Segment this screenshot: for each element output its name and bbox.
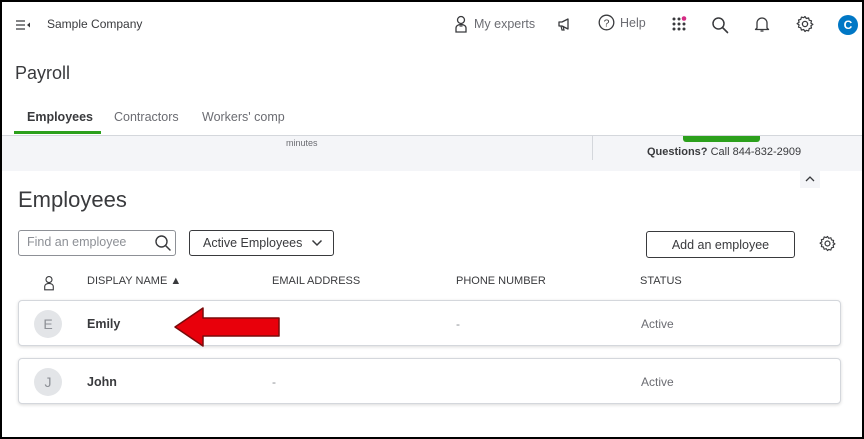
banner-minutes-text: minutes [286, 138, 318, 148]
help-icon: ? [598, 14, 615, 31]
menu-toggle-icon[interactable] [15, 18, 31, 32]
my-experts-label: My experts [474, 17, 536, 31]
questions-label: Questions? [647, 146, 708, 158]
filter-label: Active Employees [203, 236, 303, 250]
employee-name[interactable]: Emily [87, 317, 120, 331]
questions-phone: Call 844-832-2909 [710, 146, 802, 158]
apps-grid-icon[interactable] [671, 16, 687, 37]
page-title: Payroll [15, 63, 71, 83]
person-icon [455, 15, 467, 33]
red-arrow-annotation-icon [172, 306, 282, 353]
column-header-display-name[interactable]: DISPLAY NAME ▲ [87, 275, 181, 287]
add-employee-button[interactable]: Add an employee [646, 231, 795, 258]
help-label: Help [620, 15, 646, 30]
column-header-status[interactable]: STATUS [640, 275, 682, 287]
svg-text:?: ? [604, 17, 610, 29]
company-name[interactable]: Sample Company [47, 17, 142, 31]
settings-gear-icon[interactable] [796, 15, 814, 38]
employee-search-field[interactable] [18, 230, 176, 256]
tab-employees[interactable]: Employees [27, 110, 93, 124]
banner-green-button[interactable] [683, 136, 760, 142]
notification-bell-icon[interactable] [754, 15, 770, 38]
employee-status: Active [641, 375, 674, 389]
collapse-chevron-up-icon[interactable] [800, 170, 820, 188]
user-avatar[interactable]: C [838, 15, 858, 35]
employee-avatar: E [34, 310, 62, 338]
table-settings-gear-icon[interactable] [819, 235, 836, 257]
help-button[interactable]: ? Help [598, 14, 646, 31]
chevron-down-icon [311, 239, 323, 247]
employee-avatar: J [34, 368, 62, 396]
employee-status: Active [641, 317, 674, 331]
banner-questions: Questions? Call 844-832-2909 [647, 146, 801, 158]
top-bar: Sample Company My experts ? Help C [2, 2, 862, 48]
app-window: Sample Company My experts ? Help C Payro… [0, 0, 864, 439]
employee-status-filter[interactable]: Active Employees [189, 230, 334, 256]
search-icon[interactable] [154, 234, 172, 257]
employee-name[interactable]: John [87, 375, 117, 389]
tab-contractors[interactable]: Contractors [114, 110, 179, 124]
megaphone-icon[interactable] [557, 16, 573, 37]
person-column-icon [43, 275, 55, 296]
payroll-info-banner: minutes Questions? Call 844-832-2909 [2, 135, 862, 171]
employees-heading: Employees [18, 187, 127, 212]
employee-phone: - [456, 317, 460, 331]
column-header-email[interactable]: EMAIL ADDRESS [272, 275, 360, 287]
my-experts-button[interactable]: My experts [454, 15, 535, 33]
table-row[interactable]: E Emily - Active [18, 300, 841, 346]
tab-workers-comp[interactable]: Workers' comp [202, 110, 285, 124]
banner-divider [592, 136, 593, 160]
employee-email: - [272, 375, 276, 389]
table-row[interactable]: J John - Active [18, 358, 841, 404]
search-icon[interactable] [711, 16, 729, 39]
employee-search-input[interactable] [25, 234, 149, 250]
column-header-phone[interactable]: PHONE NUMBER [456, 275, 546, 287]
active-tab-indicator [14, 131, 101, 134]
